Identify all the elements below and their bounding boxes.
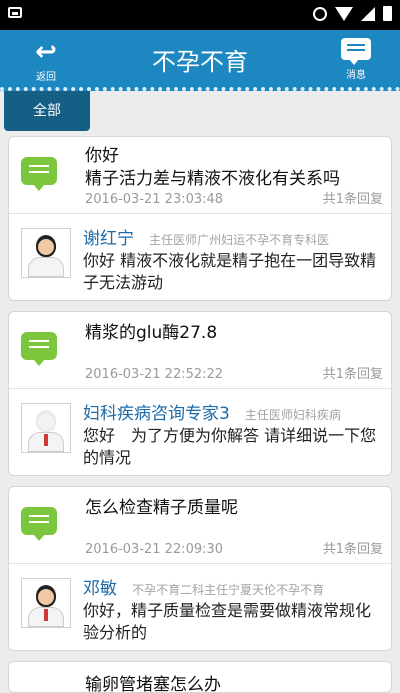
image-notification-icon [8, 7, 22, 18]
answer-text: 你好，精子质量检查是需要做精液常规化验分析的 [83, 601, 372, 642]
question-list: 你好 精子活力差与精液不液化有关系吗 2016-03-21 23:03:48 共… [8, 136, 392, 693]
question-card: 你好 精子活力差与精液不液化有关系吗 2016-03-21 23:03:48 共… [8, 136, 392, 301]
question-card: 怎么检查精子质量呢 2016-03-21 22:09:30 共1条回复 邓敏 不… [8, 486, 392, 651]
message-label: 消息 [346, 70, 366, 81]
alarm-icon [313, 6, 327, 21]
answer-text: 你好 精液不液化就是精子抱在一团导致精子无法游动 [83, 251, 377, 292]
answer-row[interactable]: 妇科疾病咨询专家3 主任医师妇科疾病 您好 为了方便为你解答 请详细说一下您的情… [9, 389, 391, 475]
question-date: 2016-03-21 22:52:22 [85, 367, 224, 382]
doctor-avatar [21, 578, 71, 628]
doctor-name: 妇科疾病咨询专家3 [83, 404, 230, 424]
reply-count: 共1条回复 [322, 542, 383, 557]
chat-bubble-icon [21, 332, 57, 366]
status-icons [313, 6, 392, 21]
answer-text: 您好 为了方便为你解答 请详细说一下您的情况 [83, 426, 377, 467]
question-line: 精浆的glu酶27.8 [85, 323, 218, 343]
signal-icon [361, 6, 375, 21]
doctor-title: 不孕不育二科主任宁夏天伦不孕不育 [132, 583, 325, 597]
doctor-name: 邓敏 [83, 579, 117, 599]
question-line: 怎么检查精子质量呢 [85, 498, 238, 518]
doctor-title: 主任医师广州妇运不孕不育专科医 [149, 233, 330, 247]
doctor-info: 谢红宁 主任医师广州妇运不孕不育专科医 [83, 224, 387, 249]
answer-row[interactable]: 谢红宁 主任医师广州妇运不孕不育专科医 你好 精液不液化就是精子抱在一团导致精子… [9, 214, 391, 300]
question-row[interactable]: 怎么检查精子质量呢 2016-03-21 22:09:30 共1条回复 [9, 487, 391, 564]
doctor-title: 主任医师妇科疾病 [244, 408, 341, 422]
filter-bar: 全部 [0, 91, 400, 131]
question-row[interactable]: 精浆的glu酶27.8 2016-03-21 22:52:22 共1条回复 [9, 312, 391, 389]
question-line: 你好 [85, 146, 119, 166]
status-bar [0, 0, 400, 30]
reply-count: 共1条回复 [322, 192, 383, 207]
chat-bubble-icon [21, 507, 57, 541]
doctor-info: 妇科疾病咨询专家3 主任医师妇科疾病 [83, 399, 387, 424]
question-date: 2016-03-21 22:09:30 [85, 542, 224, 557]
reply-count: 共1条回复 [322, 367, 383, 382]
question-card: 精浆的glu酶27.8 2016-03-21 22:52:22 共1条回复 妇科… [8, 311, 392, 476]
wifi-icon [335, 6, 353, 21]
doctor-info: 邓敏 不孕不育二科主任宁夏天伦不孕不育 [83, 574, 387, 599]
question-text: 输卵管堵塞怎么办 [85, 675, 221, 693]
tab-all[interactable]: 全部 [4, 91, 90, 131]
question-date: 2016-03-21 23:03:48 [85, 192, 224, 207]
doctor-name: 谢红宁 [83, 229, 134, 249]
question-card-partial[interactable]: 输卵管堵塞怎么办 [8, 661, 392, 693]
message-button[interactable]: 消息 [334, 38, 378, 81]
title-bar: ↩ 返回 不孕不育 消息 [0, 30, 400, 91]
chat-bubble-icon [21, 157, 57, 191]
question-row[interactable]: 你好 精子活力差与精液不液化有关系吗 2016-03-21 23:03:48 共… [9, 137, 391, 214]
battery-icon [383, 6, 392, 21]
doctor-avatar [21, 228, 71, 278]
question-text: 你好 精子活力差与精液不液化有关系吗 [85, 145, 385, 191]
question-text: 怎么检查精子质量呢 [85, 497, 385, 520]
message-icon [341, 38, 371, 65]
question-text: 精浆的glu酶27.8 [85, 322, 385, 345]
answer-row[interactable]: 邓敏 不孕不育二科主任宁夏天伦不孕不育 你好，精子质量检查是需要做精液常规化验分… [9, 564, 391, 650]
doctor-avatar [21, 403, 71, 453]
